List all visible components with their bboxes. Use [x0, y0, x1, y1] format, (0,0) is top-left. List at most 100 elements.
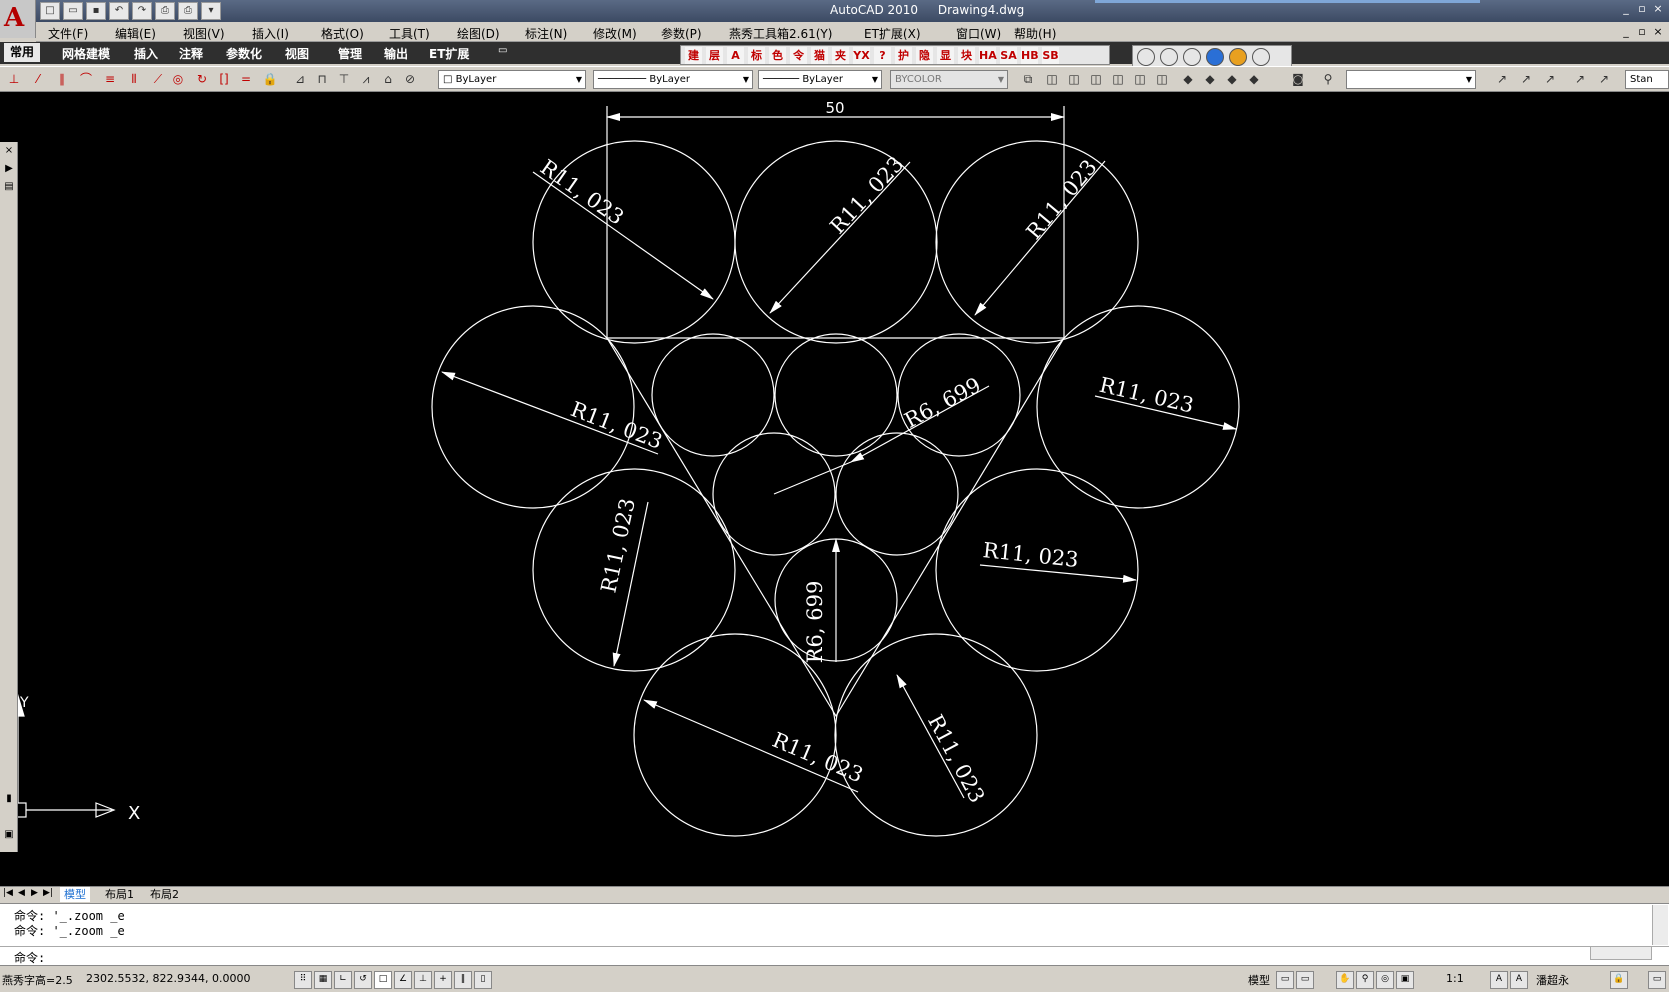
menu-insert[interactable]: 插入(I) — [252, 25, 289, 42]
coordinate-readout[interactable]: 2302.5532, 822.9344, 0.0000 — [86, 972, 250, 985]
plot-icon[interactable]: ⎙ — [155, 2, 175, 20]
menu-parametric[interactable]: 参数(P) — [661, 25, 702, 42]
named-view-combo[interactable]: ▼ — [1346, 70, 1476, 89]
doc-close-icon[interactable]: × — [1652, 26, 1664, 38]
doc-minimize-icon[interactable]: _ — [1620, 26, 1632, 38]
xline-icon[interactable]: ⁄ — [30, 71, 46, 87]
tab-layout2[interactable]: 布局2 — [146, 887, 183, 902]
doc-restore-icon[interactable]: ▫ — [1636, 26, 1648, 38]
close-icon[interactable]: × — [2, 144, 16, 158]
annotation-scale[interactable]: 1:1 — [1446, 972, 1464, 985]
showmotion-icon[interactable]: ▣ — [1396, 971, 1414, 989]
command-scrollbar[interactable] — [1652, 905, 1668, 945]
yx-tool-color[interactable]: 色 — [769, 47, 786, 64]
bracket-icon[interactable]: [] — [216, 71, 232, 87]
yx-tool-build[interactable]: 建 — [685, 47, 702, 64]
osnap-icon[interactable]: □ — [374, 971, 392, 989]
visual-style-manager-icon[interactable] — [1252, 48, 1270, 66]
equal-icon[interactable]: = — [238, 71, 254, 87]
yx-tool-dim[interactable]: 标 — [748, 47, 765, 64]
save-icon[interactable]: ▪ — [86, 2, 106, 20]
quick-view-icon[interactable]: ▭ — [1296, 971, 1314, 989]
tab-model[interactable]: 模型 — [60, 887, 90, 902]
tab-parametric[interactable]: 参数化 — [226, 45, 262, 62]
visual-style-hidden-icon[interactable] — [1183, 48, 1201, 66]
otrack-icon[interactable]: ∠ — [394, 971, 412, 989]
tab-et[interactable]: ET扩展 — [429, 45, 469, 62]
qp-icon[interactable]: ▯ — [474, 971, 492, 989]
zoom-status-icon[interactable]: ⚲ — [1356, 971, 1374, 989]
linetype-combo[interactable]: ──────── ByLayer ▼ — [593, 70, 753, 89]
redo-icon[interactable]: ↷ — [132, 2, 152, 20]
visual-style-conceptual-icon[interactable] — [1229, 48, 1247, 66]
close-icon[interactable]: × — [1652, 3, 1664, 15]
mleader-2-icon[interactable]: ↗ — [1518, 71, 1534, 87]
tab-annotate[interactable]: 注释 — [179, 45, 203, 62]
autohide-icon[interactable]: ▶ — [2, 162, 16, 176]
menu-dimension[interactable]: 标注(N) — [525, 25, 567, 42]
annotation-visibility-icon[interactable]: A — [1490, 971, 1508, 989]
ucs-1-icon[interactable]: ⧉ — [1020, 71, 1036, 87]
minimize-icon[interactable]: _ — [1620, 3, 1632, 15]
command-prompt[interactable]: 命令: — [14, 949, 45, 966]
layer-combo[interactable]: □ ByLayer ▼ — [438, 70, 586, 89]
drawing-svg[interactable]: 50 R11, 023 R11, 023 R11, 023 R11, 023 R… — [0, 92, 1669, 886]
application-menu-button[interactable]: A — [0, 0, 36, 38]
ribbon-minimize-icon[interactable]: ▭ — [498, 45, 507, 56]
palette-tab-icon[interactable]: ▣ — [2, 828, 16, 842]
menu-file[interactable]: 文件(F) — [48, 25, 88, 42]
visual-style-3d-wire-icon[interactable] — [1160, 48, 1178, 66]
tab-manage[interactable]: 管理 — [338, 45, 362, 62]
yx-tool-cat[interactable]: 猫 — [811, 47, 828, 64]
menu-window[interactable]: 窗口(W) — [956, 25, 1001, 42]
hatch-icon[interactable]: ≡ — [102, 71, 118, 87]
mleader-3-icon[interactable]: ↗ — [1542, 71, 1558, 87]
yx-tool-ha[interactable]: HA — [979, 47, 997, 64]
constraint-5-icon[interactable]: ⌂ — [380, 71, 396, 87]
undo-icon[interactable]: ↶ — [109, 2, 129, 20]
yx-tool-show[interactable]: 显 — [937, 47, 954, 64]
view-6-icon[interactable]: ◫ — [1154, 71, 1170, 87]
view-5-icon[interactable]: ◫ — [1132, 71, 1148, 87]
line-icon[interactable]: ⊥ — [6, 71, 22, 87]
last-tab-icon[interactable]: ▶| — [43, 888, 53, 898]
iso-2-icon[interactable]: ◆ — [1202, 71, 1218, 87]
new-file-icon[interactable]: □ — [40, 2, 60, 20]
visual-style-2d-icon[interactable] — [1137, 48, 1155, 66]
visual-style-realistic-icon[interactable] — [1206, 48, 1224, 66]
mleader-4-icon[interactable]: ↗ — [1572, 71, 1588, 87]
steering-wheel-icon[interactable]: ◎ — [1376, 971, 1394, 989]
tab-view[interactable]: 视图 — [285, 45, 309, 62]
view-3-icon[interactable]: ◫ — [1088, 71, 1104, 87]
command-hscrollbar[interactable] — [1590, 946, 1652, 960]
yx-tool-sa[interactable]: SA — [1000, 47, 1017, 64]
menu-format[interactable]: 格式(O) — [321, 25, 364, 42]
text-style-combo[interactable]: Stan — [1625, 70, 1669, 89]
arc-icon[interactable]: ⌒ — [78, 71, 94, 87]
tab-mesh-modeling[interactable]: 网格建模 — [62, 45, 110, 62]
lock-icon[interactable]: 🔒 — [262, 71, 278, 87]
menu-edit[interactable]: 编辑(E) — [115, 25, 156, 42]
yx-tool-layer[interactable]: 层 — [706, 47, 723, 64]
plotstyle-combo[interactable]: BYCOLOR ▼ — [890, 70, 1008, 89]
constraint-2-icon[interactable]: ⊓ — [314, 71, 330, 87]
qat-dropdown-icon[interactable]: ▾ — [201, 2, 221, 20]
constraint-3-icon[interactable]: ⊤ — [336, 71, 352, 87]
menu-draw[interactable]: 绘图(D) — [457, 25, 500, 42]
yx-tool-sb[interactable]: SB — [1042, 47, 1059, 64]
iso-3-icon[interactable]: ◆ — [1224, 71, 1240, 87]
yx-tool-help[interactable]: ? — [874, 47, 891, 64]
tangent-icon[interactable]: ⟋ — [150, 71, 166, 87]
dyn-icon[interactable]: + — [434, 971, 452, 989]
yx-tool-protect[interactable]: 护 — [895, 47, 912, 64]
parallel-icon[interactable]: ∥ — [54, 71, 70, 87]
polar-icon[interactable]: ↺ — [354, 971, 372, 989]
constraint-6-icon[interactable]: ⊘ — [402, 71, 418, 87]
grid-icon[interactable]: ▦ — [314, 971, 332, 989]
first-tab-icon[interactable]: |◀ — [3, 888, 13, 898]
yx-tool-cmd[interactable]: 令 — [790, 47, 807, 64]
batch-plot-icon[interactable]: ⎙ — [178, 2, 198, 20]
yx-tool-block[interactable]: 块 — [958, 47, 975, 64]
tab-output[interactable]: 输出 — [384, 45, 408, 62]
iso-1-icon[interactable]: ◆ — [1180, 71, 1196, 87]
